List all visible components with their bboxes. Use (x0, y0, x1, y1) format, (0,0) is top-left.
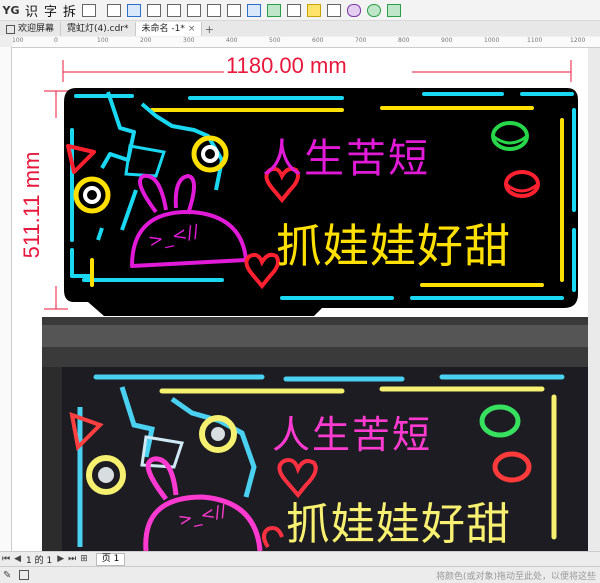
outline-icon[interactable] (35, 570, 45, 580)
select-icon[interactable] (227, 3, 242, 17)
main-toolbar: YG 识 字 拆 (0, 0, 600, 21)
app-logo: YG (2, 3, 20, 17)
tab-untitled[interactable]: 未命名 -1* × (135, 22, 203, 36)
close-icon[interactable]: × (188, 22, 196, 36)
copy-icon[interactable] (82, 3, 97, 17)
ruler-tick: 100 (97, 37, 109, 44)
ruler-tick: 700 (355, 37, 367, 44)
ruler-tick: 200 (140, 37, 152, 44)
ruler-tick: 1200 (570, 37, 586, 44)
globe-icon[interactable] (367, 3, 382, 17)
frame-icon[interactable] (247, 3, 262, 17)
first-page-icon[interactable]: ⏮ (2, 554, 10, 564)
left-ruler[interactable] (0, 47, 12, 552)
tab-label: 欢迎屏幕 (18, 24, 55, 34)
ruler-tick: 0 (54, 37, 58, 44)
vertical-scrollbar[interactable] (588, 48, 600, 551)
last-page-icon[interactable]: ⏭ (68, 554, 76, 564)
ruler-tick: 1000 (484, 37, 500, 44)
eyedropper-icon[interactable]: ✎ (3, 570, 13, 581)
dots-icon[interactable] (327, 3, 342, 17)
ruler-tick: 900 (441, 37, 453, 44)
plugin-icon[interactable] (387, 3, 402, 17)
page-counter: 1 的 1 (26, 555, 53, 566)
tool-text[interactable]: 字 (44, 1, 57, 20)
tab-neon-file[interactable]: 霓虹灯(4).cdr* (61, 22, 136, 36)
grid-icon[interactable] (127, 3, 142, 17)
height-dimension-label[interactable]: 511.11 mm (14, 120, 50, 290)
align-icon[interactable] (187, 3, 202, 17)
ruler-tick: 1100 (527, 37, 543, 44)
sign-text-line1[interactable]: 人生苦短 (262, 126, 430, 184)
top-ruler[interactable]: 100 0 100 200 300 400 500 600 700 800 90… (12, 37, 600, 48)
neon-sign-design[interactable] (62, 80, 582, 317)
rotate-icon[interactable] (347, 3, 362, 17)
page-icon[interactable] (107, 3, 122, 17)
image-icon[interactable] (267, 3, 282, 17)
sign-text-line2[interactable]: 抓娃娃好甜 (276, 210, 511, 276)
transform-icon[interactable] (207, 3, 222, 17)
ruler-tick: 800 (398, 37, 410, 44)
ruler-tick: 300 (183, 37, 195, 44)
home-icon (6, 24, 15, 34)
document-tabs: 欢迎屏幕 霓虹灯(4).cdr* 未命名 -1* × + (0, 21, 600, 36)
next-page-icon[interactable]: ▶ (57, 554, 64, 564)
ruler-tick: 100 (12, 37, 24, 44)
font-icon[interactable] (287, 3, 302, 17)
status-bar: ✎ 将颜色(或对象)拖动至此处，以便将这些 (0, 566, 600, 583)
page-navigator: ⏮ ◀ 1 的 1 ▶ ⏭ ⊞ 页 1 (0, 551, 600, 566)
photo-text-line2: 抓娃娃好甜 (286, 499, 511, 550)
height-dimension-text: 511.11 mm (19, 151, 44, 259)
add-page-icon[interactable]: ⊞ (80, 554, 88, 564)
page-tab[interactable]: 页 1 (95, 552, 126, 566)
palette-icon[interactable] (307, 3, 322, 17)
status-hint: 将颜色(或对象)拖动至此处，以便将这些 (436, 572, 597, 582)
node-icon[interactable] (147, 3, 162, 17)
prev-page-icon[interactable]: ◀ (14, 554, 21, 564)
ruler-tick: 500 (269, 37, 281, 44)
tab-label: 未命名 -1* (141, 24, 185, 34)
tab-welcome[interactable]: 欢迎屏幕 (0, 22, 62, 36)
tool-split[interactable]: 拆 (63, 1, 76, 20)
add-tab-icon[interactable]: + (202, 23, 216, 36)
photo-text-line1: 人生苦短 (272, 413, 433, 457)
ruler-tick: 400 (226, 37, 238, 44)
tab-label: 霓虹灯(4).cdr* (67, 24, 129, 34)
ruler-tick: 600 (312, 37, 324, 44)
tool-recognize[interactable]: 识 (25, 1, 38, 20)
no-fill-icon[interactable] (19, 570, 29, 580)
width-dimension-label[interactable]: 1180.00 mm (226, 53, 347, 79)
connector-icon[interactable] (167, 3, 182, 17)
